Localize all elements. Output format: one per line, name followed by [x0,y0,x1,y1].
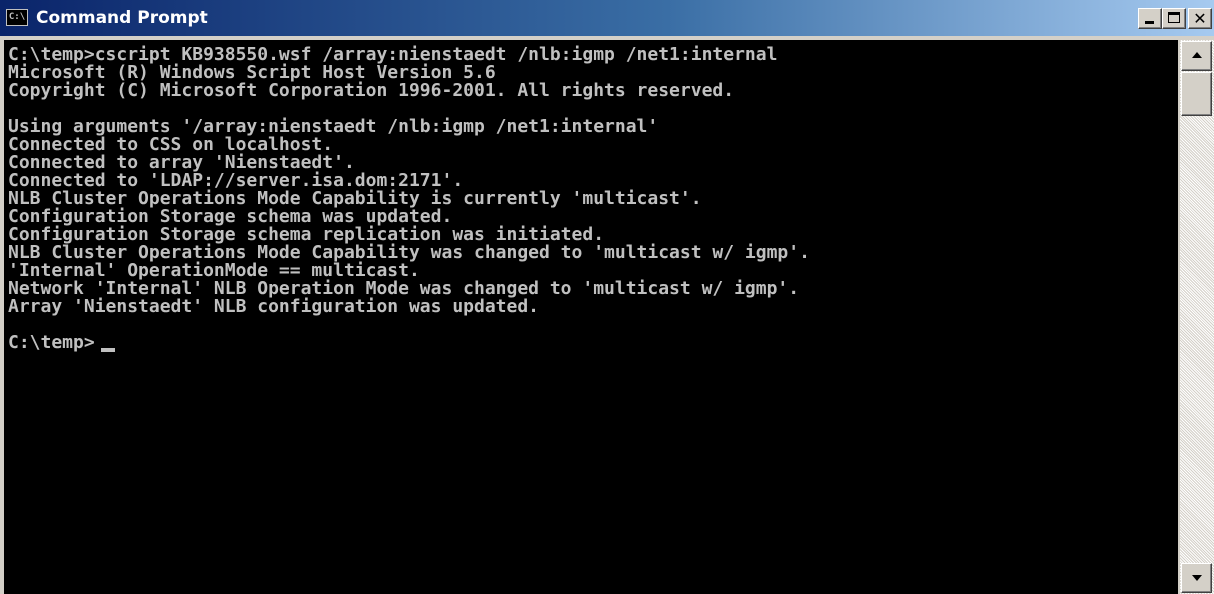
console-line: Array 'Nienstaedt' NLB configuration was… [8,296,540,317]
close-icon: ✕ [1193,9,1207,28]
console-line: 'Internal' OperationMode == multicast. [8,260,420,281]
console-line: Copyright (C) Microsoft Corporation 1996… [8,80,735,101]
minimize-icon [1145,21,1154,24]
console-line: Configuration Storage schema was updated… [8,206,453,227]
console-line: Microsoft (R) Windows Script Host Versio… [8,62,496,83]
scroll-up-arrow-icon [1192,52,1202,58]
console-line: C:\temp>cscript KB938550.wsf /array:nien… [8,44,778,65]
console-line: Connected to CSS on localhost. [8,134,334,155]
minimize-button[interactable] [1138,8,1162,29]
console-line: NLB Cluster Operations Mode Capability w… [8,242,810,263]
command-prompt-icon[interactable]: C:\ [6,9,28,26]
window-title: Command Prompt [36,8,208,28]
close-button[interactable]: ✕ [1188,8,1212,29]
console-output[interactable]: C:\temp>cscript KB938550.wsf /array:nien… [4,40,1178,594]
console-line: Using arguments '/array:nienstaedt /nlb:… [8,116,659,137]
console-line: Configuration Storage schema replication… [8,224,605,245]
console-line: NLB Cluster Operations Mode Capability i… [8,188,702,209]
text-cursor [101,348,115,352]
scroll-down-button[interactable] [1181,563,1212,593]
scroll-up-button[interactable] [1181,41,1212,71]
console-line: Connected to 'LDAP://server.isa.dom:2171… [8,170,464,191]
command-prompt-window: C:\ Command Prompt ✕ C:\temp>cscript KB9… [0,0,1214,594]
maximize-icon [1168,12,1180,23]
vertical-scrollbar[interactable] [1180,40,1214,594]
console-line: Connected to array 'Nienstaedt'. [8,152,355,173]
maximize-button[interactable] [1162,8,1186,29]
title-bar[interactable]: C:\ Command Prompt ✕ [0,0,1214,36]
console-prompt: C:\temp> [8,332,95,353]
scroll-down-arrow-icon [1192,575,1202,581]
console-line: Network 'Internal' NLB Operation Mode wa… [8,278,800,299]
scrollbar-thumb[interactable] [1181,72,1212,116]
